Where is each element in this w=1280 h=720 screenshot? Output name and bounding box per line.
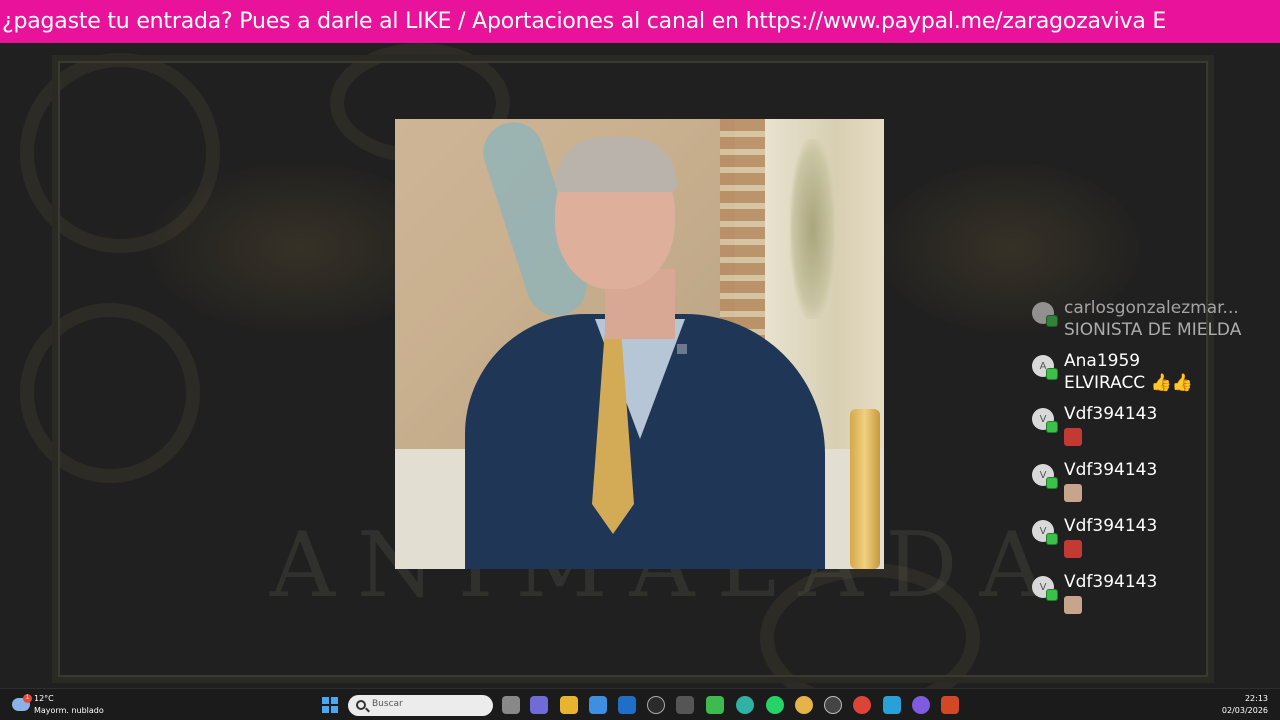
moderator-badge-icon bbox=[1046, 533, 1058, 545]
store-icon[interactable] bbox=[589, 696, 607, 714]
chat-message: V Vdf394143 bbox=[1032, 572, 1272, 619]
github-icon[interactable] bbox=[647, 696, 665, 714]
avatar: V bbox=[1032, 464, 1058, 489]
face-emote-icon bbox=[1064, 484, 1082, 502]
weather-widget[interactable]: 1 12°C Mayorm. nublado bbox=[12, 694, 122, 718]
chat-message: V Vdf394143 bbox=[1032, 460, 1272, 507]
angry-emote-icon bbox=[1064, 540, 1082, 558]
app-icon[interactable] bbox=[676, 696, 694, 714]
lapel-pin bbox=[677, 344, 687, 354]
obs-icon[interactable] bbox=[824, 696, 842, 714]
chat-text: ELVIRACC 👍👍 bbox=[1064, 373, 1193, 393]
circle-app-icon[interactable] bbox=[912, 696, 930, 714]
avatar: V bbox=[1032, 576, 1058, 601]
live-chat-overlay: carlosgonzalezmar... SIONISTA DE MIELDA … bbox=[1032, 298, 1272, 688]
edge-icon[interactable] bbox=[736, 696, 754, 714]
photo-panel-ornament bbox=[790, 139, 835, 319]
task-view-icon[interactable] bbox=[502, 696, 520, 714]
chat-username: Vdf394143 bbox=[1064, 460, 1158, 480]
chat-username: Vdf394143 bbox=[1064, 404, 1158, 424]
clock-time: 22:13 bbox=[1244, 694, 1268, 703]
avatar: V bbox=[1032, 520, 1058, 545]
moderator-badge-icon bbox=[1046, 421, 1058, 433]
chat-message: A Ana1959 ELVIRACC 👍👍 bbox=[1032, 351, 1272, 395]
weather-temperature: 12°C bbox=[34, 694, 54, 703]
chat-username: Vdf394143 bbox=[1064, 516, 1158, 536]
system-clock[interactable]: 22:13 02/03/2026 bbox=[1222, 694, 1268, 715]
camtasia-icon[interactable] bbox=[706, 696, 724, 714]
ticker-banner: ¿pagaste tu entrada? Pues a darle al LIK… bbox=[0, 0, 1280, 43]
chat-username: Vdf394143 bbox=[1064, 572, 1158, 592]
avatar bbox=[1032, 302, 1058, 327]
face-emote-icon bbox=[1064, 596, 1082, 614]
moderator-badge-icon bbox=[1046, 368, 1058, 380]
teams-icon[interactable] bbox=[530, 696, 548, 714]
search-placeholder: Buscar bbox=[372, 699, 403, 709]
chrome-icon[interactable] bbox=[853, 696, 871, 714]
chat-message: carlosgonzalezmar... SIONISTA DE MIELDA bbox=[1032, 298, 1272, 342]
weather-alert-badge: 1 bbox=[23, 694, 32, 703]
portrait-photo bbox=[395, 119, 884, 569]
moderator-badge-icon bbox=[1046, 477, 1058, 489]
chat-message: V Vdf394143 bbox=[1032, 516, 1272, 563]
clock-date: 02/03/2026 bbox=[1221, 706, 1268, 715]
taskbar-search-box[interactable]: Buscar bbox=[348, 695, 493, 716]
avatar: A bbox=[1032, 355, 1058, 380]
powerpoint-icon[interactable] bbox=[941, 696, 959, 714]
angry-emote-icon bbox=[1064, 428, 1082, 446]
whatsapp-icon[interactable] bbox=[766, 696, 784, 714]
stream-stage: ANIMALADA carlosgonzalezmar... SIONISTA … bbox=[0, 43, 1280, 688]
chat-message: V Vdf394143 bbox=[1032, 404, 1272, 451]
moderator-badge-icon bbox=[1046, 589, 1058, 601]
search-icon bbox=[356, 700, 366, 710]
ticker-text: ¿pagaste tu entrada? Pues a darle al LIK… bbox=[2, 9, 1167, 34]
chat-username: carlosgonzalezmar... bbox=[1064, 298, 1239, 318]
chat-username: Ana1959 bbox=[1064, 351, 1141, 371]
start-button[interactable] bbox=[322, 697, 338, 713]
file-explorer-icon[interactable] bbox=[560, 696, 578, 714]
windows-logo-icon bbox=[322, 697, 329, 704]
moderator-badge-icon bbox=[1046, 315, 1058, 327]
weather-description: Mayorm. nublado bbox=[34, 706, 104, 715]
chrome-beta-icon[interactable] bbox=[795, 696, 813, 714]
chat-text: SIONISTA DE MIELDA bbox=[1064, 320, 1242, 340]
avatar: V bbox=[1032, 408, 1058, 433]
windows-taskbar: 1 12°C Mayorm. nublado Buscar 22:13 02/0… bbox=[0, 688, 1280, 720]
telegram-icon[interactable] bbox=[883, 696, 901, 714]
mail-icon[interactable] bbox=[618, 696, 636, 714]
photo-golden-rail bbox=[850, 409, 880, 569]
